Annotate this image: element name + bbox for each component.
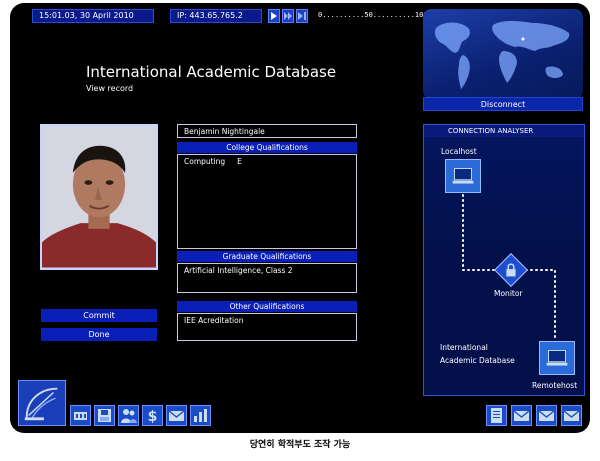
document-icon [491,408,502,423]
people-icon [121,409,137,423]
email-icon [513,410,530,421]
satellite-dish-icon [24,387,58,421]
play-icon [271,12,277,20]
main-menu-button[interactable] [18,380,66,426]
remotehost-node[interactable] [539,341,575,375]
speed-scale[interactable]: 0..........50..........100 [318,11,428,19]
fast-forward-icon [284,12,292,20]
mail-icon [168,410,185,421]
email-button-3[interactable] [561,405,582,426]
document-button[interactable] [486,405,507,426]
lock-icon [506,263,516,277]
finance-button[interactable]: $ [142,405,163,426]
image-caption: 당연히 학적부도 조작 가능 [249,440,351,450]
stats-button[interactable] [190,405,211,426]
disk-icon [98,409,111,422]
dollar-icon: $ [148,409,158,425]
other-qualifications-field[interactable]: IEE Acreditation [177,313,357,341]
college-qualifications-header: College Qualifications [177,142,357,153]
college-qualifications-field[interactable]: Computing E [177,154,357,249]
play-button[interactable] [268,9,280,23]
remotehost-label: Remotehost [532,381,578,390]
chart-icon [194,409,207,422]
other-qualifications-header: Other Qualifications [177,301,357,312]
mail-button[interactable] [166,405,187,426]
skip-icon [298,12,306,20]
email-icon [563,410,580,421]
remote-name-line2: Academic Database [440,356,515,365]
memory-button[interactable] [70,405,91,426]
page-subtitle: View record [86,84,134,93]
remote-name-line1: International [440,343,488,352]
svg-text:$: $ [148,409,158,425]
disconnect-button[interactable]: Disconnect [423,97,583,111]
page-title: International Academic Database [86,63,337,81]
graduate-qualifications-header: Graduate Qualifications [177,251,357,262]
commit-button[interactable]: Commit [41,309,157,322]
student-photo [40,124,158,270]
done-button[interactable]: Done [41,328,157,341]
email-button-2[interactable] [536,405,557,426]
email-button-1[interactable] [511,405,532,426]
world-map-icon [434,21,570,89]
monitor-label: Monitor [494,289,523,298]
app-window: 15:01.03, 30 April 2010 IP: 443.65.765.2… [10,3,590,433]
graduate-qualifications-field[interactable]: Artificial Intelligence, Class 2 [177,263,357,293]
fast-forward-button[interactable] [282,9,294,23]
student-name-field[interactable]: Benjamin Nightingale [177,124,357,138]
email-icon [538,410,555,421]
computer-icon [546,350,568,366]
skip-button[interactable] [296,9,308,23]
disk-button[interactable] [94,405,115,426]
connection-analyser-panel: CONNECTION ANALYSER Localhost Monitor In… [423,124,585,396]
world-map [423,9,583,99]
datetime-display: 15:01.03, 30 April 2010 [32,9,154,23]
person-photo-icon [42,126,156,268]
ip-display: IP: 443.65.765.2 [170,9,262,23]
memory-icon [74,412,87,420]
people-button[interactable] [118,405,139,426]
